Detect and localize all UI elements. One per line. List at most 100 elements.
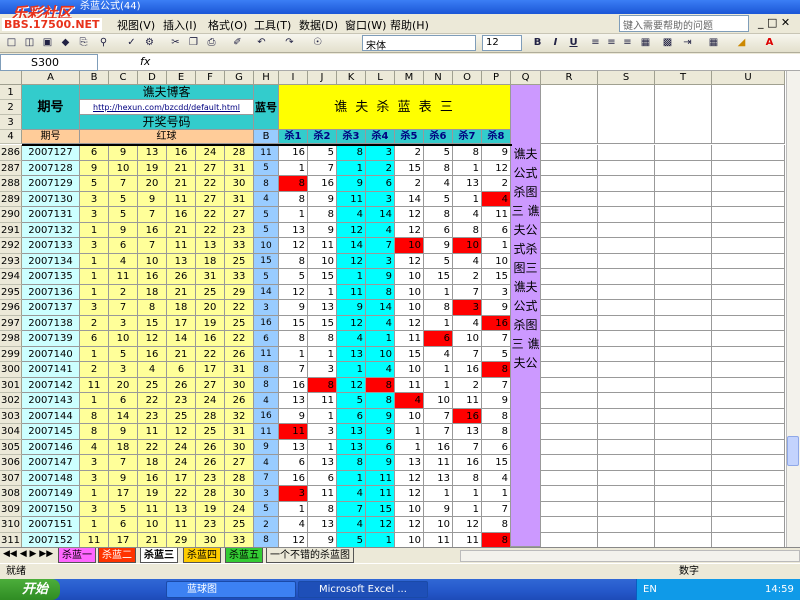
kill-value-cell[interactable]: 10 — [395, 285, 424, 300]
period-cell[interactable]: 2007140 — [22, 347, 80, 362]
empty-cell[interactable] — [712, 486, 785, 502]
column-header-c[interactable]: C — [109, 71, 138, 85]
red-ball-cell[interactable]: 21 — [167, 285, 196, 300]
kill-value-cell[interactable]: 11 — [337, 285, 366, 300]
red-ball-cell[interactable]: 6 — [109, 238, 138, 254]
red-ball-cell[interactable]: 8 — [138, 300, 167, 316]
row-header[interactable]: 308 — [0, 486, 22, 502]
red-ball-cell[interactable]: 17 — [167, 471, 196, 486]
column-header-e[interactable]: E — [167, 71, 196, 85]
kill-value-cell[interactable]: 9 — [308, 533, 337, 547]
row-header[interactable]: 310 — [0, 517, 22, 533]
kill-value-cell[interactable]: 10 — [395, 502, 424, 517]
font-color-icon[interactable]: A — [762, 36, 777, 50]
empty-cell[interactable] — [598, 238, 655, 254]
row-header[interactable]: 288 — [0, 176, 22, 192]
empty-cell[interactable] — [598, 378, 655, 393]
red-ball-cell[interactable]: 16 — [138, 223, 167, 238]
empty-cell[interactable] — [598, 471, 655, 486]
period-cell[interactable]: 2007136 — [22, 285, 80, 300]
red-ball-cell[interactable]: 18 — [138, 455, 167, 471]
red-ball-cell[interactable]: 10 — [138, 254, 167, 269]
red-ball-cell[interactable]: 3 — [80, 238, 109, 254]
language-indicator[interactable]: EN — [643, 579, 657, 600]
kill-value-cell[interactable]: 1 — [395, 440, 424, 455]
blue-ball-cell[interactable]: 4 — [254, 455, 279, 471]
row-header[interactable]: 287 — [0, 161, 22, 176]
kill-value-cell[interactable]: 12 — [395, 223, 424, 238]
kill-value-cell[interactable]: 12 — [366, 517, 395, 533]
red-ball-cell[interactable]: 4 — [138, 362, 167, 378]
cut-icon[interactable]: ✂ — [168, 36, 183, 50]
red-ball-cell[interactable]: 3 — [80, 471, 109, 486]
period-cell[interactable]: 2007147 — [22, 455, 80, 471]
empty-cell[interactable] — [598, 347, 655, 362]
kill-value-cell[interactable]: 10 — [395, 300, 424, 316]
row-header[interactable]: 3 — [0, 115, 22, 130]
red-ball-cell[interactable]: 22 — [138, 393, 167, 409]
kill-value-cell[interactable]: 1 — [482, 238, 511, 254]
empty-cell[interactable] — [655, 533, 712, 547]
red-ball-cell[interactable]: 12 — [138, 331, 167, 347]
red-ball-cell[interactable]: 18 — [138, 285, 167, 300]
blue-ball-cell[interactable]: 5 — [254, 223, 279, 238]
kill-value-cell[interactable]: 2 — [395, 145, 424, 161]
red-ball-cell[interactable]: 9 — [80, 161, 109, 176]
red-ball-cell[interactable]: 5 — [109, 192, 138, 207]
empty-cell[interactable] — [655, 192, 712, 207]
empty-cell[interactable] — [598, 300, 655, 316]
kill-value-cell[interactable]: 11 — [424, 533, 453, 547]
red-ball-cell[interactable]: 29 — [167, 533, 196, 547]
kill-value-cell[interactable]: 8 — [337, 455, 366, 471]
red-ball-cell[interactable]: 7 — [138, 207, 167, 223]
period-cell[interactable]: 2007142 — [22, 378, 80, 393]
kill-value-cell[interactable]: 13 — [424, 471, 453, 486]
kill-value-cell[interactable]: 3 — [308, 424, 337, 440]
kill-value-cell[interactable]: 4 — [395, 393, 424, 409]
kill-value-cell[interactable]: 9 — [424, 238, 453, 254]
red-ball-cell[interactable]: 17 — [196, 362, 225, 378]
kill-value-cell[interactable]: 3 — [482, 285, 511, 300]
red-ball-cell[interactable]: 31 — [225, 424, 254, 440]
blue-ball-cell[interactable]: 10 — [254, 238, 279, 254]
kill-value-cell[interactable]: 1 — [337, 269, 366, 285]
empty-cell[interactable] — [655, 486, 712, 502]
blue-ball-cell[interactable]: 7 — [254, 471, 279, 486]
kill-value-cell[interactable]: 8 — [482, 517, 511, 533]
column-q-banner[interactable]: 谯夫公式杀图三 谯夫公式杀图三 谯夫公式杀图三 谯夫公 — [511, 85, 541, 547]
red-ball-cell[interactable]: 22 — [167, 486, 196, 502]
tab-kill-blue-1[interactable]: 杀蓝一 — [58, 548, 96, 563]
red-ball-cell[interactable]: 14 — [109, 409, 138, 424]
restore-icon[interactable]: □ — [767, 16, 777, 29]
row-header[interactable]: 300 — [0, 362, 22, 378]
kill-value-cell[interactable]: 5 — [337, 533, 366, 547]
empty-cell[interactable] — [655, 300, 712, 316]
red-ball-cell[interactable]: 22 — [196, 207, 225, 223]
italic-button[interactable]: I — [548, 36, 563, 50]
red-ball-cell[interactable]: 11 — [138, 502, 167, 517]
kill-value-cell[interactable]: 13 — [308, 517, 337, 533]
kill-value-cell[interactable]: 9 — [366, 409, 395, 424]
empty-cell[interactable] — [712, 517, 785, 533]
empty-cell[interactable] — [712, 440, 785, 455]
empty-cell[interactable] — [655, 207, 712, 223]
kill-value-cell[interactable]: 8 — [453, 223, 482, 238]
kill-value-cell[interactable]: 3 — [308, 362, 337, 378]
period-cell[interactable]: 2007128 — [22, 161, 80, 176]
kill-value-cell[interactable]: 16 — [279, 471, 308, 486]
kill-value-cell[interactable]: 12 — [337, 378, 366, 393]
save-icon[interactable]: ▣ — [40, 36, 55, 50]
kill-value-cell[interactable]: 15 — [366, 502, 395, 517]
empty-cell[interactable] — [712, 269, 785, 285]
print-preview-icon[interactable]: ⚲ — [96, 36, 111, 50]
red-ball-cell[interactable]: 6 — [109, 393, 138, 409]
kill-value-cell[interactable]: 14 — [366, 207, 395, 223]
empty-cell[interactable] — [598, 223, 655, 238]
kill-value-cell[interactable]: 1 — [337, 362, 366, 378]
blue-ball-cell[interactable]: 4 — [254, 192, 279, 207]
bold-button[interactable]: B — [530, 36, 545, 50]
kill-value-cell[interactable]: 14 — [395, 192, 424, 207]
kill-value-cell[interactable]: 1 — [453, 486, 482, 502]
research-icon[interactable]: ⚙ — [142, 36, 157, 50]
empty-cell[interactable] — [655, 471, 712, 486]
